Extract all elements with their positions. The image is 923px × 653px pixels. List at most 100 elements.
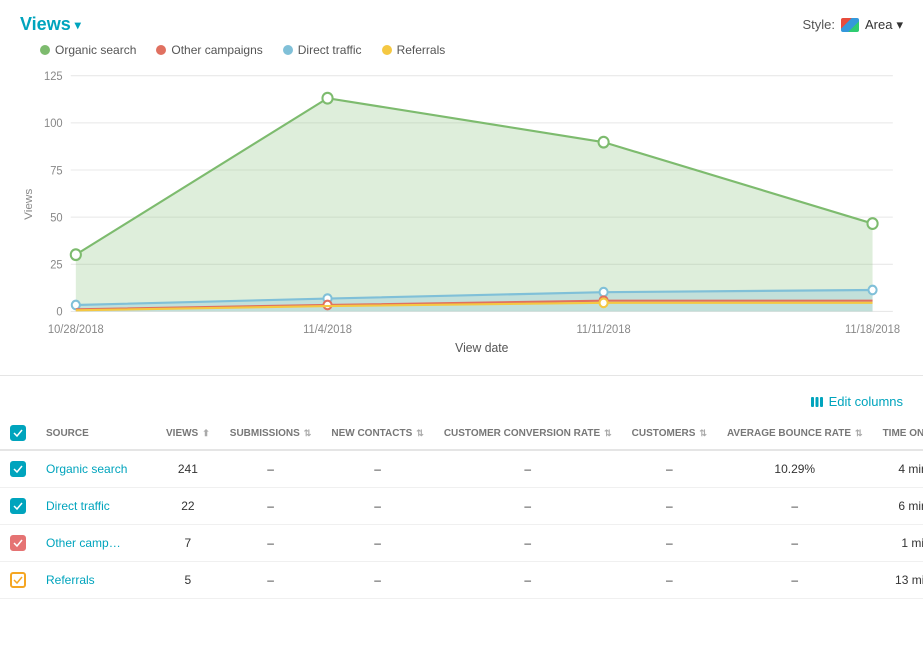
- legend-label-referrals: Referrals: [397, 43, 446, 57]
- svg-text:View date: View date: [455, 341, 508, 355]
- legend-label-organic: Organic search: [55, 43, 136, 57]
- row-customers: –: [622, 488, 717, 525]
- table-row: Direct traffic 22 – – – – – 6 minutes: [0, 488, 923, 525]
- style-label: Style:: [802, 17, 835, 32]
- th-conversion-rate[interactable]: CUSTOMER CONVERSION RATE ⇅: [434, 417, 622, 450]
- row-checkbox-cell: [0, 450, 36, 488]
- legend-item-direct: Direct traffic: [283, 43, 362, 57]
- edit-columns-icon: [810, 395, 824, 409]
- svg-text:50: 50: [50, 212, 62, 224]
- area-style-icon: [841, 18, 859, 32]
- row-bounce-rate: –: [717, 525, 873, 562]
- th-views[interactable]: VIEWS ⬆: [156, 417, 220, 450]
- row-submissions: –: [220, 525, 322, 562]
- svg-text:75: 75: [50, 165, 62, 177]
- source-link[interactable]: Referrals: [46, 573, 95, 587]
- row-source: Organic search: [36, 450, 156, 488]
- page-header: Views ▾ Style: Area ▾: [0, 0, 923, 43]
- row-source: Direct traffic: [36, 488, 156, 525]
- new-contacts-sort-icon: ⇅: [416, 428, 424, 439]
- th-submissions[interactable]: SUBMISSIONS ⇅: [220, 417, 322, 450]
- row-new-contacts: –: [321, 525, 433, 562]
- th-new-contacts[interactable]: NEW CONTACTS ⇅: [321, 417, 433, 450]
- row-conversion-rate: –: [434, 562, 622, 599]
- row-new-contacts: –: [321, 562, 433, 599]
- table-row: Organic search 241 – – – – 10.29% 4 minu…: [0, 450, 923, 488]
- row-time-on-page: 6 minutes: [873, 488, 923, 525]
- row-new-contacts: –: [321, 488, 433, 525]
- svg-text:Views: Views: [23, 188, 35, 219]
- legend-dot-organic: [40, 45, 50, 55]
- source-link[interactable]: Direct traffic: [46, 499, 110, 513]
- row-checkbox[interactable]: [10, 461, 26, 477]
- legend-item-referrals: Referrals: [382, 43, 446, 57]
- row-time-on-page: 1 minute: [873, 525, 923, 562]
- submissions-sort-icon: ⇅: [304, 428, 312, 439]
- select-all-checkbox[interactable]: [10, 425, 26, 441]
- row-source: Referrals: [36, 562, 156, 599]
- row-customers: –: [622, 525, 717, 562]
- chart-legend: Organic search Other campaigns Direct tr…: [0, 43, 923, 65]
- svg-text:11/11/2018: 11/11/2018: [577, 324, 631, 336]
- row-checkbox-cell: [0, 525, 36, 562]
- area-caret: ▾: [896, 17, 903, 33]
- table-header-row: SOURCE VIEWS ⬆ SUBMISSIONS ⇅ NEW CONTACT…: [0, 417, 923, 450]
- customers-sort-icon: ⇅: [699, 428, 707, 439]
- table-row: Other camp… 7 – – – – – 1 minute: [0, 525, 923, 562]
- th-checkbox: [0, 417, 36, 450]
- edit-columns-button[interactable]: Edit columns: [810, 394, 903, 409]
- row-bounce-rate: –: [717, 488, 873, 525]
- section-divider: [0, 375, 923, 376]
- row-checkbox[interactable]: [10, 572, 26, 588]
- row-conversion-rate: –: [434, 450, 622, 488]
- row-checkbox[interactable]: [10, 498, 26, 514]
- data-table: SOURCE VIEWS ⬆ SUBMISSIONS ⇅ NEW CONTACT…: [0, 417, 923, 599]
- row-submissions: –: [220, 562, 322, 599]
- svg-text:25: 25: [50, 259, 62, 271]
- views-caret: ▾: [75, 18, 81, 32]
- legend-item-other: Other campaigns: [156, 43, 262, 57]
- svg-text:11/4/2018: 11/4/2018: [303, 324, 352, 336]
- row-bounce-rate: –: [717, 562, 873, 599]
- row-checkbox-cell: [0, 488, 36, 525]
- svg-text:100: 100: [44, 118, 63, 130]
- row-submissions: –: [220, 450, 322, 488]
- th-source: SOURCE: [36, 417, 156, 450]
- bounce-sort-icon: ⇅: [855, 428, 863, 439]
- row-source: Other camp…: [36, 525, 156, 562]
- legend-item-organic: Organic search: [40, 43, 136, 57]
- svg-text:0: 0: [56, 306, 62, 318]
- table-row: Referrals 5 – – – – – 13 minutes: [0, 562, 923, 599]
- th-customers[interactable]: CUSTOMERS ⇅: [622, 417, 717, 450]
- row-bounce-rate: 10.29%: [717, 450, 873, 488]
- th-bounce-rate[interactable]: AVERAGE BOUNCE RATE ⇅: [717, 417, 873, 450]
- legend-label-direct: Direct traffic: [298, 43, 362, 57]
- source-link[interactable]: Other camp…: [46, 536, 121, 550]
- chart-area: 125 100 75 50 25 0 Views 10/28/2018 11/4…: [0, 65, 923, 365]
- row-submissions: –: [220, 488, 322, 525]
- row-time-on-page: 4 minutes: [873, 450, 923, 488]
- row-views: 7: [156, 525, 220, 562]
- edit-columns-label: Edit columns: [829, 394, 903, 409]
- legend-dot-other: [156, 45, 166, 55]
- views-sort-icon: ⬆: [202, 428, 210, 439]
- area-style-button[interactable]: Area ▾: [865, 17, 903, 33]
- th-time-on-page[interactable]: TIME ON PAGE ⇅: [873, 417, 923, 450]
- row-new-contacts: –: [321, 450, 433, 488]
- svg-text:10/28/2018: 10/28/2018: [48, 324, 104, 336]
- row-conversion-rate: –: [434, 525, 622, 562]
- row-checkbox[interactable]: [10, 535, 26, 551]
- area-label: Area: [865, 17, 892, 32]
- views-title-text: Views: [20, 14, 71, 35]
- row-views: 241: [156, 450, 220, 488]
- svg-text:11/18/2018: 11/18/2018: [845, 324, 900, 336]
- row-time-on-page: 13 minutes: [873, 562, 923, 599]
- views-dropdown[interactable]: Views ▾: [20, 14, 81, 35]
- table-controls: Edit columns: [0, 386, 923, 417]
- row-conversion-rate: –: [434, 488, 622, 525]
- source-link[interactable]: Organic search: [46, 462, 127, 476]
- conversion-sort-icon: ⇅: [604, 428, 612, 439]
- chart-svg: 125 100 75 50 25 0 Views 10/28/2018 11/4…: [20, 65, 903, 365]
- row-views: 22: [156, 488, 220, 525]
- legend-label-other: Other campaigns: [171, 43, 262, 57]
